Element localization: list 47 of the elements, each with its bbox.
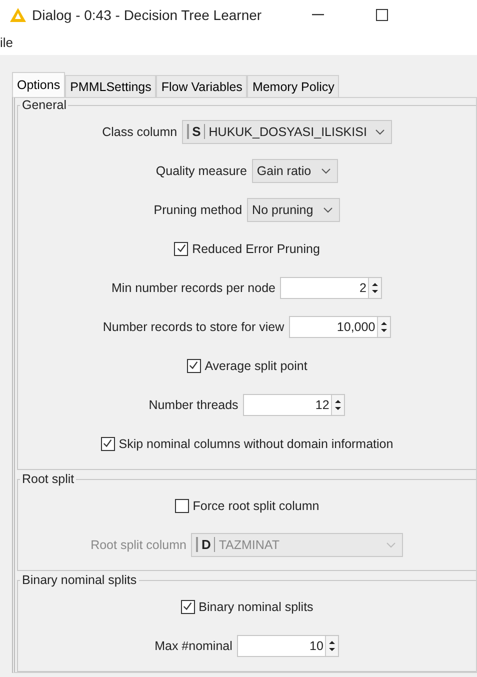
tab[interactable]: Options [12,72,66,97]
checkbox-label: Skip nominal columns without domain information [118,436,394,450]
section-title: Binary nominal splits [21,573,138,587]
dropdown-value: HUKUK_DOSYASI_ILISKISI [208,124,367,138]
field-label: Max #nominal [154,638,232,652]
dropdown[interactable]: Gain ratio [252,158,338,182]
tab[interactable]: Flow Variables [156,75,248,97]
maximize-icon[interactable] [376,9,388,21]
dropdown[interactable]: No pruning [247,198,340,222]
field-label: Quality measure [156,164,247,178]
dropdown-value: Gain ratio [256,164,312,178]
column-type-badge: D [196,537,215,552]
field-label: Pruning method [154,202,242,216]
checkbox[interactable] [174,498,189,512]
spinner-arrows[interactable] [331,394,344,414]
field-label: Min number records per node [112,280,276,294]
checkbox[interactable] [180,600,195,614]
checkbox-label: Reduced Error Pruning [192,242,320,256]
checkbox[interactable] [174,242,188,256]
column-type-badge: S [187,124,205,139]
checkbox-label: Force root split column [192,498,320,512]
window-title: Dialog - 0:43 - Decision Tree Learner [32,7,262,23]
field-label: Number threads [148,398,238,412]
checkbox[interactable] [100,436,115,450]
tab[interactable]: PMMLSettings [65,75,156,97]
minimize-icon[interactable] [312,14,324,16]
dropdown-value: TAZMINAT [218,538,280,552]
tab[interactable]: Memory Policy [247,75,340,97]
checkbox[interactable] [186,358,201,372]
field-label: Root split column [90,538,186,552]
chevron-down-icon [323,206,334,212]
spinner-arrows[interactable] [368,278,382,298]
dropdown[interactable]: S HUKUK_DOSYASI_ILISKISI [182,120,392,144]
dropdown-value: No pruning [252,202,314,216]
section-title: Root split [21,472,76,486]
spinner-arrows[interactable] [377,316,390,336]
spinner-arrows[interactable] [325,636,338,656]
field-label: Number records to store for view [102,320,284,334]
section-title: General [21,98,68,112]
warning-triangle-icon [10,8,26,22]
chevron-down-icon [321,168,332,174]
menu-item[interactable]: ile [0,35,14,50]
checkbox-label: Binary nominal splits [198,600,314,614]
field-label: Class column [102,124,178,138]
chevron-down-icon [386,542,396,548]
chevron-down-icon [374,128,385,134]
checkbox-label: Average split point [204,358,308,372]
